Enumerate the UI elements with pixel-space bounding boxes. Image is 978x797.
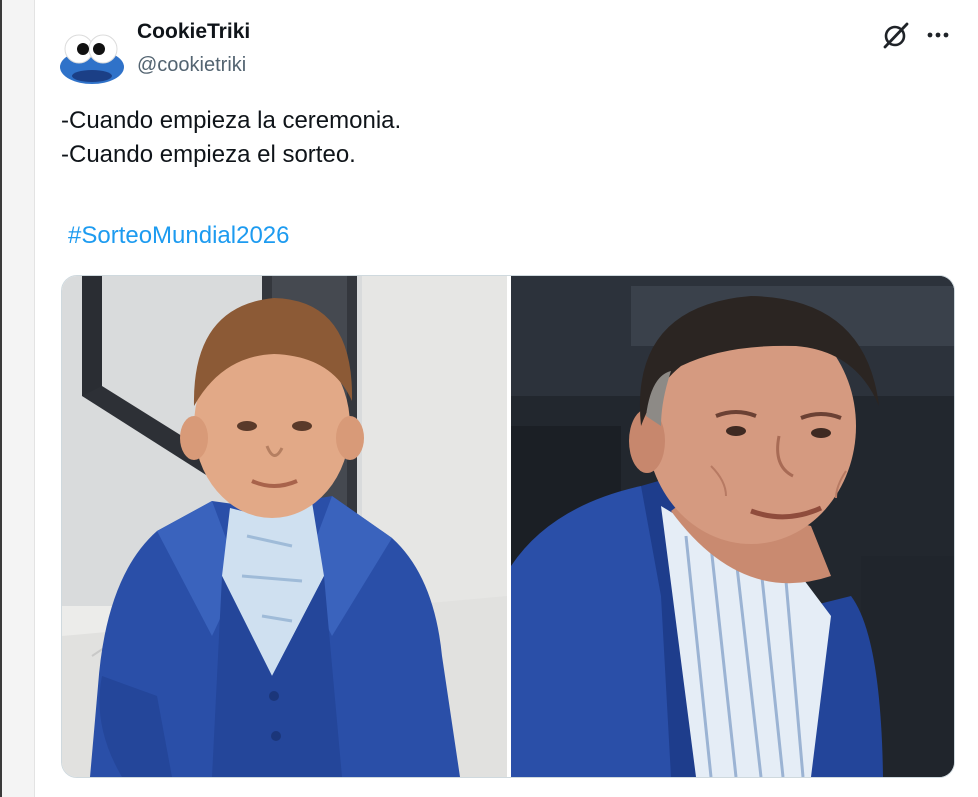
- avatar-cookie-monster-icon: [60, 34, 124, 84]
- avatar[interactable]: [59, 31, 125, 85]
- tweet-text-line: -Cuando empieza el sorteo.: [61, 141, 356, 168]
- page-left-rule: [0, 0, 2, 797]
- media-grid: [61, 275, 955, 778]
- tweet-text: -Cuando empieza la ceremonia. -Cuando em…: [61, 104, 401, 172]
- tweet-text-line: -Cuando empieza la ceremonia.: [61, 107, 402, 134]
- media-photo-left[interactable]: [62, 276, 507, 777]
- author-handle[interactable]: @cookietriki: [137, 54, 246, 77]
- grok-icon[interactable]: [881, 20, 911, 50]
- more-options-icon[interactable]: [923, 20, 953, 50]
- tweet-card: CookieTriki @cookietriki -Cuando empieza…: [34, 0, 978, 797]
- media-photo-right[interactable]: [511, 276, 954, 777]
- author-display-name[interactable]: CookieTriki: [137, 20, 250, 44]
- hashtag-link[interactable]: #SorteoMundial2026: [68, 222, 290, 250]
